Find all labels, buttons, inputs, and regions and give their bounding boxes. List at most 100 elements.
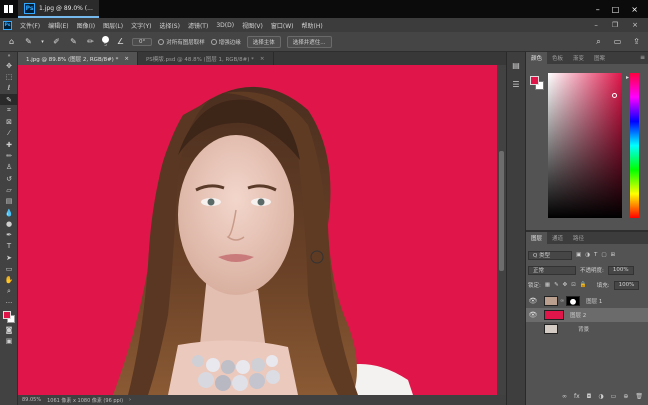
link-icon[interactable]: ∞ [560, 298, 564, 304]
share-icon[interactable]: ⇪ [631, 36, 642, 47]
tab-swatches[interactable]: 色板 [547, 52, 568, 64]
home-icon[interactable]: ⌂ [6, 36, 17, 47]
close-icon[interactable]: × [631, 5, 638, 14]
move-tool-icon[interactable]: ✥ [0, 60, 18, 71]
gradient-tool-icon[interactable]: ▤ [0, 196, 18, 207]
menu-edit[interactable]: 编辑(E) [44, 21, 72, 30]
menu-type[interactable]: 文字(Y) [127, 21, 155, 30]
history-panel-icon[interactable]: ▤ [509, 60, 523, 71]
sample-all-layers-checkbox[interactable]: 对所有图层取样 [158, 38, 205, 46]
tab-layers[interactable]: 图层 [526, 232, 548, 244]
more-tools-icon[interactable]: ··· [0, 297, 18, 308]
tab-ps-template[interactable]: PS模版.psd @ 48.8% (图层 1, RGB/8#) * × [138, 52, 274, 65]
delete-layer-icon[interactable]: 🗑 [635, 393, 643, 403]
type-tool-icon[interactable]: T [0, 241, 18, 252]
menu-image[interactable]: 图像(I) [73, 21, 99, 30]
hand-tool-icon[interactable]: ✋ [0, 275, 18, 286]
tab-close-icon[interactable]: × [260, 56, 265, 62]
path-selection-tool-icon[interactable]: ➤ [0, 252, 18, 263]
menu-view[interactable]: 视图(V) [238, 21, 267, 30]
maximize-icon[interactable]: □ [612, 5, 620, 14]
layer-mask-thumbnail[interactable] [566, 296, 581, 306]
color-field[interactable] [548, 73, 622, 218]
taskbar-photoshop-window[interactable]: Ps 1.jpg @ 89.0% (... [18, 0, 99, 18]
layer-row[interactable]: 👁 图层 2 [526, 308, 648, 322]
app-minimize-icon[interactable]: – [594, 21, 598, 29]
tab-1jpg[interactable]: 1.jpg @ 89.8% (图层 2, RGB/8#) * × [18, 52, 138, 65]
status-arrow-icon[interactable]: › [129, 397, 131, 403]
angle-value[interactable]: 0° [132, 37, 153, 46]
visibility-eye-icon[interactable]: 👁 [526, 311, 540, 319]
scrollbar-thumb[interactable] [499, 151, 504, 271]
menu-3d[interactable]: 3D(D) [212, 22, 238, 29]
document-info[interactable]: 1061 像素 x 1080 像素 (96 ppi) [47, 397, 123, 404]
lock-transparent-icon[interactable]: ▦ [545, 282, 550, 288]
screen-mode-icon[interactable]: ▣ [0, 336, 18, 347]
search-icon[interactable]: ⌕ [593, 36, 604, 47]
hue-slider-handle-icon[interactable]: ▸ [626, 74, 629, 81]
menu-file[interactable]: 文件(F) [16, 21, 44, 30]
tab-channels[interactable]: 通道 [547, 232, 568, 244]
filter-shape-icon[interactable]: ▢ [601, 252, 606, 258]
adjustment-layer-icon[interactable]: ◑ [598, 393, 603, 403]
layer-row[interactable]: 👁 ∞ 图层 1 [526, 294, 648, 308]
menu-help[interactable]: 帮助(H) [298, 21, 327, 30]
zoom-level[interactable]: 89.05% [22, 397, 41, 403]
marquee-tool-icon[interactable]: ⬚ [0, 71, 18, 82]
task-view-icon[interactable] [0, 0, 18, 18]
menu-layer[interactable]: 图层(L) [99, 21, 127, 30]
properties-panel-icon[interactable]: ☰ [509, 79, 523, 90]
tab-paths[interactable]: 路径 [568, 232, 589, 244]
minimize-icon[interactable]: – [596, 5, 600, 14]
foreground-color-swatch[interactable] [3, 310, 11, 319]
color-swatches[interactable] [0, 309, 18, 325]
zoom-tool-icon[interactable]: ⌕ [0, 286, 18, 297]
filter-type-icon[interactable]: T [594, 252, 597, 258]
healing-brush-tool-icon[interactable]: ✚ [0, 139, 18, 150]
pen-tool-icon[interactable]: ✒ [0, 229, 18, 240]
collapse-tools-icon[interactable]: » [0, 52, 18, 60]
hue-slider[interactable] [630, 73, 639, 218]
eraser-tool-icon[interactable]: ▱ [0, 184, 18, 195]
add-mask-icon[interactable]: ◘ [587, 393, 592, 403]
lasso-tool-icon[interactable]: ℓ [0, 83, 18, 94]
blend-mode-select[interactable]: 正常 [528, 265, 576, 275]
layer-style-icon[interactable]: fx [574, 393, 580, 403]
lock-artboard-icon[interactable]: ⊡ [571, 282, 576, 288]
new-group-icon[interactable]: ▭ [611, 393, 617, 403]
quick-mask-icon[interactable]: ◙ [0, 325, 18, 336]
panel-menu-icon[interactable]: ≡ [640, 54, 645, 61]
tab-color[interactable]: 颜色 [526, 52, 548, 64]
menu-window[interactable]: 窗口(W) [267, 21, 298, 30]
chevron-down-icon[interactable]: ▾ [40, 36, 45, 47]
frame-tool-icon[interactable]: ⊠ [0, 116, 18, 127]
lock-position-icon[interactable]: ✥ [563, 282, 568, 288]
app-restore-icon[interactable]: ❐ [612, 21, 618, 29]
app-close-icon[interactable]: × [632, 21, 638, 29]
layer-filter-select[interactable]: Q 类型 [528, 250, 572, 260]
visibility-eye-icon[interactable]: 👁 [526, 297, 540, 305]
filter-smart-icon[interactable]: ⊞ [611, 252, 616, 258]
brush-tool-icon[interactable]: ✏ [0, 150, 18, 161]
brush-size-picker[interactable]: 5 [102, 35, 109, 48]
quick-selection-tool-icon[interactable]: ✎ [23, 36, 34, 47]
subtract-from-selection-icon[interactable]: ✏ [85, 36, 96, 47]
quick-selection-tool-icon[interactable]: ✎ [0, 93, 18, 106]
filter-pixel-icon[interactable]: ▣ [576, 252, 581, 258]
tab-close-icon[interactable]: × [124, 56, 129, 62]
workspace-icon[interactable]: ▭ [612, 36, 623, 47]
new-layer-icon[interactable]: ⊕ [623, 393, 628, 403]
tab-gradients[interactable]: 渐变 [568, 52, 589, 64]
tab-patterns[interactable]: 图案 [589, 52, 610, 64]
opacity-input[interactable]: 100% [607, 265, 634, 275]
link-layers-icon[interactable]: ∞ [562, 393, 567, 403]
document-canvas[interactable] [18, 65, 497, 395]
vertical-scrollbar[interactable] [497, 65, 506, 395]
add-to-selection-icon[interactable]: ✎ [68, 36, 79, 47]
layer-row[interactable]: ∞ 背景 [526, 322, 648, 336]
panel-fg-swatch[interactable] [530, 76, 539, 85]
filter-adjust-icon[interactable]: ◑ [585, 252, 590, 258]
rectangle-tool-icon[interactable]: ▭ [0, 263, 18, 274]
lock-pixels-icon[interactable]: ✎ [554, 282, 559, 288]
dodge-tool-icon[interactable]: ● [0, 218, 18, 229]
